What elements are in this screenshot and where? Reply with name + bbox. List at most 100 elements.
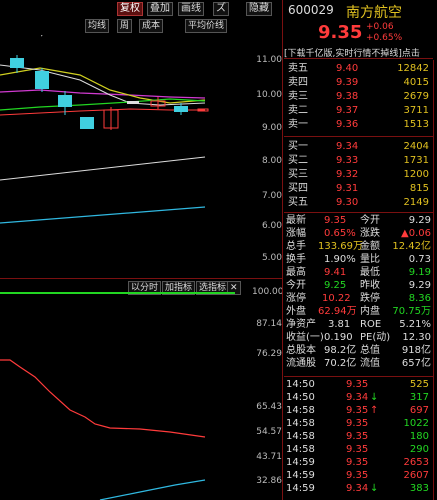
indicator-cost[interactable]: 成本 bbox=[139, 19, 164, 33]
tick-time: 14:58 bbox=[286, 405, 315, 416]
tick-row: 14:59 9.35 2653 bbox=[284, 456, 433, 469]
tick-price: 9.35 bbox=[346, 470, 369, 481]
stat-value: 9.25 bbox=[324, 280, 347, 291]
panel-divider bbox=[0, 278, 282, 279]
ma-line-long-cyan bbox=[0, 206, 206, 224]
indicator-chart[interactable] bbox=[0, 292, 250, 500]
buy-label: 买一 bbox=[288, 141, 308, 152]
sell-volume: 4015 bbox=[403, 77, 429, 88]
tab-restore[interactable]: 复权 bbox=[117, 2, 143, 16]
stat-row: 总手 133.69万 金额 12.42亿 bbox=[284, 240, 433, 254]
chart-panel: 复权 叠加 画线 ズ 隐藏 均线 周 成本 平均价线 ✦ 11.00 10.00… bbox=[0, 0, 284, 500]
column-divider bbox=[282, 0, 283, 500]
tab-hide[interactable]: 隐藏 bbox=[246, 2, 272, 16]
buy-price: 9.31 bbox=[336, 183, 359, 194]
stat-key: 今开 bbox=[360, 215, 380, 226]
indicator-ma[interactable]: 均线 bbox=[85, 19, 110, 33]
tick-row: 14:59 9.35 2607 bbox=[284, 469, 433, 482]
tick-volume: 383 bbox=[409, 483, 429, 494]
axis-label: 5.00 bbox=[261, 253, 282, 263]
indicator-axis: 100.00 87.14 76.29 65.43 54.57 43.71 32.… bbox=[250, 287, 284, 500]
tab-extra[interactable]: ズ bbox=[213, 2, 229, 16]
quote-panel: 600029 南方航空 9.35 +0.06 +0.65% [下载千亿版,实时行… bbox=[284, 0, 433, 500]
buy-volume: 1200 bbox=[403, 169, 429, 180]
sell-price: 9.40 bbox=[336, 63, 359, 74]
axis-label: 100.00 bbox=[252, 287, 284, 297]
buy-book: 买一 9.34 2404 买二 9.33 1731 买三 9.32 1200 买四 9.31 8… bbox=[284, 140, 433, 212]
stat-row: 净资产 3.81 ROE 5.21% bbox=[284, 318, 433, 332]
tick-volume: 697 bbox=[409, 405, 429, 416]
buy-label: 买四 bbox=[288, 183, 308, 194]
tick-volume: 1022 bbox=[403, 418, 429, 429]
stats-grid: 最新 9.35 今开 9.29 涨幅 0.65% 涨跌 ▲0.06 总手 133.69万 金额 1… bbox=[284, 214, 433, 376]
tab-overlay[interactable]: 叠加 bbox=[147, 2, 173, 16]
buy-label: 买二 bbox=[288, 155, 308, 166]
tick-volume: 317 bbox=[409, 392, 429, 403]
stat-key: 跌停 bbox=[360, 293, 380, 304]
sell-label: 卖三 bbox=[288, 91, 308, 102]
sell-label: 卖二 bbox=[288, 105, 308, 116]
stat-key: 收益(一) bbox=[286, 332, 324, 343]
sell-book: 卖五 9.40 12842 卖四 9.39 4015 卖三 9.38 2679 卖二 9.37… bbox=[284, 62, 433, 134]
axis-label: 43.71 bbox=[256, 452, 282, 462]
stat-key: 换手 bbox=[286, 254, 306, 265]
sell-price: 9.39 bbox=[336, 77, 359, 88]
marker-arrow: ✦ bbox=[38, 35, 46, 40]
tick-volume: 2653 bbox=[403, 457, 429, 468]
buy-row: 买二 9.33 1731 bbox=[284, 154, 433, 168]
stat-value: 70.2亿 bbox=[324, 358, 357, 369]
stat-value: 12.42亿 bbox=[392, 241, 431, 252]
stat-key: 金额 bbox=[360, 241, 380, 252]
last-price: 9.35 bbox=[318, 22, 363, 43]
candlestick-chart[interactable]: ✦ bbox=[0, 35, 250, 275]
axis-label: 8.00 bbox=[261, 156, 282, 166]
sell-price: 9.36 bbox=[336, 119, 359, 130]
stat-value: 8.36 bbox=[408, 293, 431, 304]
stats-divider bbox=[284, 376, 433, 377]
sell-label: 卖五 bbox=[288, 63, 308, 74]
stat-value: 133.69万 bbox=[318, 241, 363, 252]
tick-row: 14:50 9.34 ↓ 317 bbox=[284, 391, 433, 404]
tick-row: 14:50 9.35 525 bbox=[284, 378, 433, 391]
stat-value: 9.41 bbox=[324, 267, 347, 278]
stat-key: PE(动) bbox=[360, 332, 391, 343]
stat-value: 70.75万 bbox=[392, 306, 431, 317]
stock-header: 600029 南方航空 bbox=[284, 2, 433, 21]
stock-code: 600029 bbox=[288, 3, 334, 17]
stat-key: 最高 bbox=[286, 267, 306, 278]
stat-value: 1.90% bbox=[324, 254, 356, 265]
stat-value: 9.35 bbox=[324, 215, 347, 226]
tab-draw-line[interactable]: 画线 bbox=[178, 2, 204, 16]
sell-label: 卖四 bbox=[288, 77, 308, 88]
tick-row: 14:58 9.35 ↑ 697 bbox=[284, 404, 433, 417]
tick-volume: 180 bbox=[409, 431, 429, 442]
tick-time: 14:50 bbox=[286, 379, 315, 390]
book-divider bbox=[284, 212, 433, 213]
tick-volume: 525 bbox=[409, 379, 429, 390]
sell-label: 卖一 bbox=[288, 119, 308, 130]
axis-label: 7.00 bbox=[261, 191, 282, 201]
tick-price: 9.35 bbox=[346, 379, 369, 390]
buy-price: 9.30 bbox=[336, 197, 359, 208]
stat-row: 流通股 70.2亿 流值 657亿 bbox=[284, 357, 433, 371]
stat-key: 涨跌 bbox=[360, 228, 380, 239]
indicator-avg-line[interactable]: 平均价线 bbox=[185, 19, 228, 33]
tick-time: 14:50 bbox=[286, 392, 315, 403]
tick-list[interactable]: 14:50 9.35 525 14:50 9.34 ↓ 317 14:58 9.35 ↑ 697… bbox=[284, 378, 433, 500]
stat-value: 9.29 bbox=[408, 280, 431, 291]
tick-time: 14:59 bbox=[286, 470, 315, 481]
stat-value: 10.22 bbox=[322, 293, 351, 304]
axis-label: 6.00 bbox=[261, 221, 282, 231]
indicator-week[interactable]: 周 bbox=[117, 19, 133, 33]
tick-time: 14:58 bbox=[286, 444, 315, 455]
axis-label: 10.00 bbox=[256, 90, 282, 100]
stat-value: 9.19 bbox=[408, 267, 431, 278]
chart-toolbar: 复权 叠加 画线 ズ 隐藏 bbox=[0, 0, 282, 17]
stat-row: 换手 1.90% 量比 0.73 bbox=[284, 253, 433, 267]
buy-price: 9.33 bbox=[336, 155, 359, 166]
stat-value: 62.94万 bbox=[318, 306, 357, 317]
stat-row: 最高 9.41 最低 9.19 bbox=[284, 266, 433, 280]
tick-price: 9.35 bbox=[346, 457, 369, 468]
sell-price: 9.38 bbox=[336, 91, 359, 102]
news-ticker[interactable]: [下载千亿版,实时行情不掉线]点击 bbox=[284, 46, 433, 59]
